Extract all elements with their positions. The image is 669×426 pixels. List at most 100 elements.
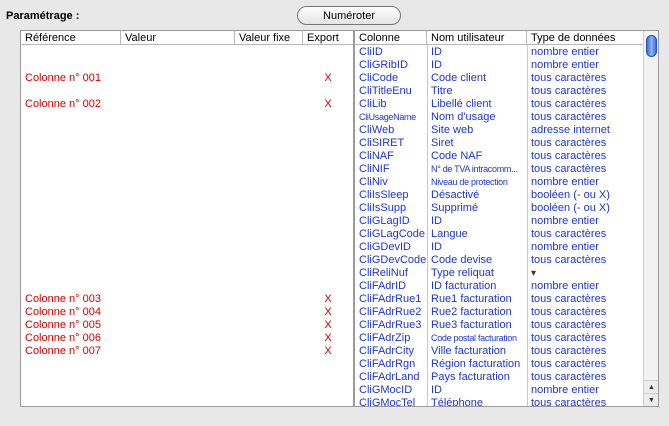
colonne-cell: CliGDevCode [359, 254, 427, 266]
scroll-thumb[interactable] [646, 35, 657, 57]
vertical-scrollbar[interactable]: ▲ ▼ [643, 31, 658, 406]
type-donnees-cell: tous caractères [531, 228, 607, 240]
colonne-cell: CliSIRET [359, 137, 405, 149]
export-cell[interactable]: X [321, 72, 335, 85]
type-donnees-cell: tous caractères [531, 293, 607, 305]
type-donnees-cell: tous caractères [531, 72, 607, 84]
table-row[interactable]: CliUsageName Nom d'usage tous caractères [355, 111, 644, 124]
reference-table[interactable]: Référence Valeur Valeur fixe Export Colo… [20, 30, 354, 407]
table-row[interactable]: CliGMocTel Téléphone tous caractères [355, 397, 644, 407]
table-row[interactable]: CliGMocID ID nombre entier [355, 384, 644, 397]
table-row[interactable]: CliID ID nombre entier [355, 46, 644, 59]
nom-utilisateur-cell: Langue [431, 228, 468, 240]
table-row[interactable]: Colonne n° 001 X [21, 72, 353, 85]
type-donnees-cell: nombre entier [531, 176, 599, 188]
export-cell[interactable]: X [321, 98, 335, 111]
table-row[interactable]: CliNIF N° de TVA intracomm... tous caractè… [355, 163, 644, 176]
table-row[interactable]: CliFAdrRgn Région facturation tous caractè… [355, 358, 644, 371]
colonne-cell: CliFAdrRue2 [359, 306, 422, 318]
table-row[interactable]: CliCode Code client tous caractères [355, 72, 644, 85]
colonne-cell: CliFAdrZip [359, 332, 411, 344]
export-cell[interactable]: X [321, 332, 335, 345]
type-donnees-cell: tous caractères [531, 358, 607, 370]
table-row[interactable]: Colonne n° 002 X [21, 98, 353, 111]
type-donnees-cell: tous caractères [531, 98, 607, 110]
table-row[interactable]: CliLib Libellé client tous caractères [355, 98, 644, 111]
table-row[interactable]: CliIsSleep Désactivé booléen (- ou X) [355, 189, 644, 202]
table-row[interactable]: CliFAdrRue2 Rue2 facturation tous caractèr… [355, 306, 644, 319]
colonne-cell: CliGRibID [359, 59, 408, 71]
colonne-cell: CliIsSupp [359, 202, 407, 214]
nom-utilisateur-cell: Libellé client [431, 98, 492, 110]
table-row[interactable]: CliFAdrLand Pays facturation tous caractèr… [355, 371, 644, 384]
numeroter-button[interactable]: Numéroter [297, 6, 401, 25]
nom-utilisateur-cell: Code postal facturation [431, 333, 517, 343]
table-row[interactable]: CliIsSupp Supprimé booléen (- ou X) [355, 202, 644, 215]
table-row[interactable]: CliFAdrCity Ville facturation tous caractè… [355, 345, 644, 358]
nom-utilisateur-cell: Siret [431, 137, 454, 149]
type-donnees-cell: tous caractères [531, 163, 607, 175]
column-mapping-table[interactable]: Colonne Nom utilisateur Type de données … [354, 30, 659, 407]
table-row[interactable]: CliSIRET Siret tous caractères [355, 137, 644, 150]
export-cell[interactable]: X [321, 306, 335, 319]
nom-utilisateur-cell: ID facturation [431, 280, 497, 292]
colonne-cell: CliFAdrID [359, 280, 407, 292]
table-row[interactable]: CliGRibID ID nombre entier [355, 59, 644, 72]
table-row[interactable]: Colonne n° 003 X [21, 293, 353, 306]
export-cell[interactable]: X [321, 345, 335, 358]
header-type-donnees[interactable]: Type de données [527, 31, 644, 45]
table-row[interactable]: Colonne n° 005 X [21, 319, 353, 332]
nom-utilisateur-cell: Type reliquat [431, 267, 494, 279]
table-row[interactable]: Colonne n° 006 X [21, 332, 353, 345]
table-row[interactable]: CliGDevID ID nombre entier [355, 241, 644, 254]
colonne-cell: CliFAdrRgn [359, 358, 416, 370]
colonne-cell: CliGMocTel [359, 397, 416, 407]
header-export[interactable]: Export [303, 31, 353, 45]
colonne-cell: CliWeb [359, 124, 395, 136]
colonne-cell: CliGLagCode [359, 228, 426, 240]
table-row[interactable]: CliNAF Code NAF tous caractères [355, 150, 644, 163]
type-donnees-cell: tous caractères [531, 397, 607, 407]
header-colonne[interactable]: Colonne [355, 31, 427, 45]
header-valeur-fixe[interactable]: Valeur fixe [235, 31, 303, 45]
nom-utilisateur-cell: Titre [431, 85, 453, 97]
header-nom-utilisateur[interactable]: Nom utilisateur [427, 31, 527, 45]
export-cell[interactable]: X [321, 319, 335, 332]
table-row[interactable]: CliFAdrZip Code postal facturation tous ca… [355, 332, 644, 345]
table-row[interactable]: CliReliNuf Type reliquat ▾ [355, 267, 644, 280]
nom-utilisateur-cell: ID [431, 46, 442, 58]
table-row[interactable]: Colonne n° 004 X [21, 306, 353, 319]
nom-utilisateur-cell: Téléphone [431, 397, 483, 407]
table-row[interactable]: CliFAdrID ID facturation nombre entier [355, 280, 644, 293]
table-row[interactable]: CliGLagCode Langue tous caractères [355, 228, 644, 241]
table-row[interactable]: CliTitleEnu Titre tous caractères [355, 85, 644, 98]
colonne-cell: CliCode [359, 72, 399, 84]
colonne-cell: CliLib [359, 98, 387, 110]
table-row[interactable]: Colonne n° 007 X [21, 345, 353, 358]
nom-utilisateur-cell: Niveau de protection [431, 177, 508, 187]
colonne-cell: CliGLagID [359, 215, 410, 227]
header-valeur[interactable]: Valeur [121, 31, 235, 45]
nom-utilisateur-cell: N° de TVA intracomm... [431, 164, 518, 174]
reference-cell: Colonne n° 007 [25, 345, 101, 357]
colonne-cell: CliGDevID [359, 241, 411, 253]
colonne-cell: CliUsageName [359, 112, 416, 122]
table-row[interactable]: CliFAdrRue1 Rue1 facturation tous caractèr… [355, 293, 644, 306]
type-donnees-cell: tous caractères [531, 306, 607, 318]
type-donnees-cell: adresse internet [531, 124, 610, 136]
table-row[interactable]: CliGLagID ID nombre entier [355, 215, 644, 228]
type-donnees-cell: tous caractères [531, 111, 607, 123]
colonne-cell: CliFAdrLand [359, 371, 420, 383]
table-row[interactable]: CliNiv Niveau de protection nombre entier [355, 176, 644, 189]
table-row[interactable]: CliGDevCode Code devise tous caractères [355, 254, 644, 267]
type-donnees-cell: tous caractères [531, 345, 607, 357]
type-donnees-cell: tous caractères [531, 319, 607, 331]
table-row[interactable]: CliFAdrRue3 Rue3 facturation tous caractèr… [355, 319, 644, 332]
table-row[interactable]: CliWeb Site web adresse internet [355, 124, 644, 137]
scroll-down-arrow-icon[interactable]: ▼ [644, 393, 658, 406]
scroll-up-arrow-icon[interactable]: ▲ [644, 380, 658, 393]
type-donnees-cell: tous caractères [531, 332, 607, 344]
header-reference[interactable]: Référence [21, 31, 121, 45]
export-cell[interactable]: X [321, 293, 335, 306]
nom-utilisateur-cell: Nom d'usage [431, 111, 496, 123]
